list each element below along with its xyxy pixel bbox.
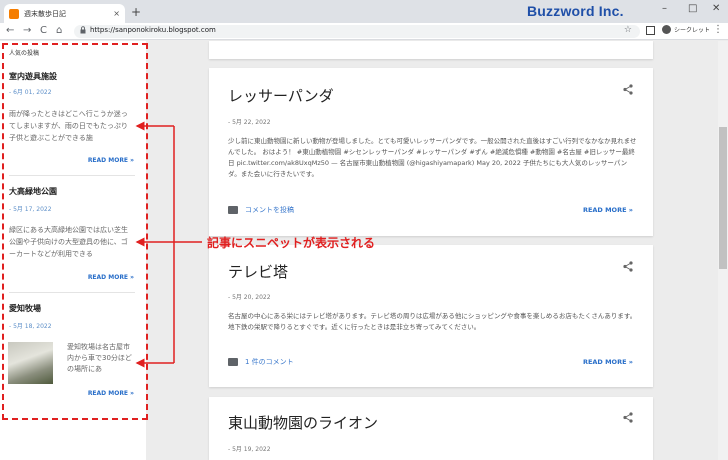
reload-icon[interactable]: C bbox=[40, 24, 47, 38]
tab-close-icon[interactable]: × bbox=[113, 9, 120, 18]
browser-tab[interactable]: 週末散歩日記 × bbox=[4, 4, 125, 23]
side-panel-icon[interactable] bbox=[646, 26, 655, 35]
browser-toolbar: ← → C ⌂ https://sanponokiroku.blogspot.c… bbox=[0, 23, 728, 40]
brand-watermark: Buzzword Inc. bbox=[527, 3, 624, 19]
blogger-favicon-icon bbox=[9, 8, 19, 19]
browser-titlebar: 週末散歩日記 × + Buzzword Inc. – □ ✕ bbox=[0, 0, 728, 23]
new-tab-button[interactable]: + bbox=[131, 5, 141, 19]
annotation-label: 記事にスニペットが表示される bbox=[207, 236, 376, 250]
minimize-button[interactable]: – bbox=[662, 3, 667, 14]
incognito-icon bbox=[662, 25, 671, 34]
page-viewport: 人気の投稿 室内遊具施設 - 6月 01, 2022 雨が降ったときはどこへ行こ… bbox=[0, 41, 728, 460]
incognito-indicator[interactable]: シークレット bbox=[662, 25, 710, 34]
maximize-button[interactable]: □ bbox=[688, 3, 697, 14]
lock-icon bbox=[80, 26, 86, 36]
home-icon[interactable]: ⌂ bbox=[56, 24, 62, 38]
address-bar[interactable]: https://sanponokiroku.blogspot.com ☆ bbox=[74, 25, 640, 38]
url-text: https://sanponokiroku.blogspot.com bbox=[90, 26, 216, 34]
close-window-button[interactable]: ✕ bbox=[712, 3, 720, 14]
tab-title: 週末散歩日記 bbox=[24, 9, 66, 18]
bookmark-star-icon[interactable]: ☆ bbox=[624, 25, 632, 35]
browser-menu-icon[interactable]: ⋮ bbox=[713, 24, 723, 35]
back-icon[interactable]: ← bbox=[6, 24, 14, 38]
incognito-label: シークレット bbox=[674, 27, 711, 34]
forward-icon[interactable]: → bbox=[23, 24, 31, 38]
